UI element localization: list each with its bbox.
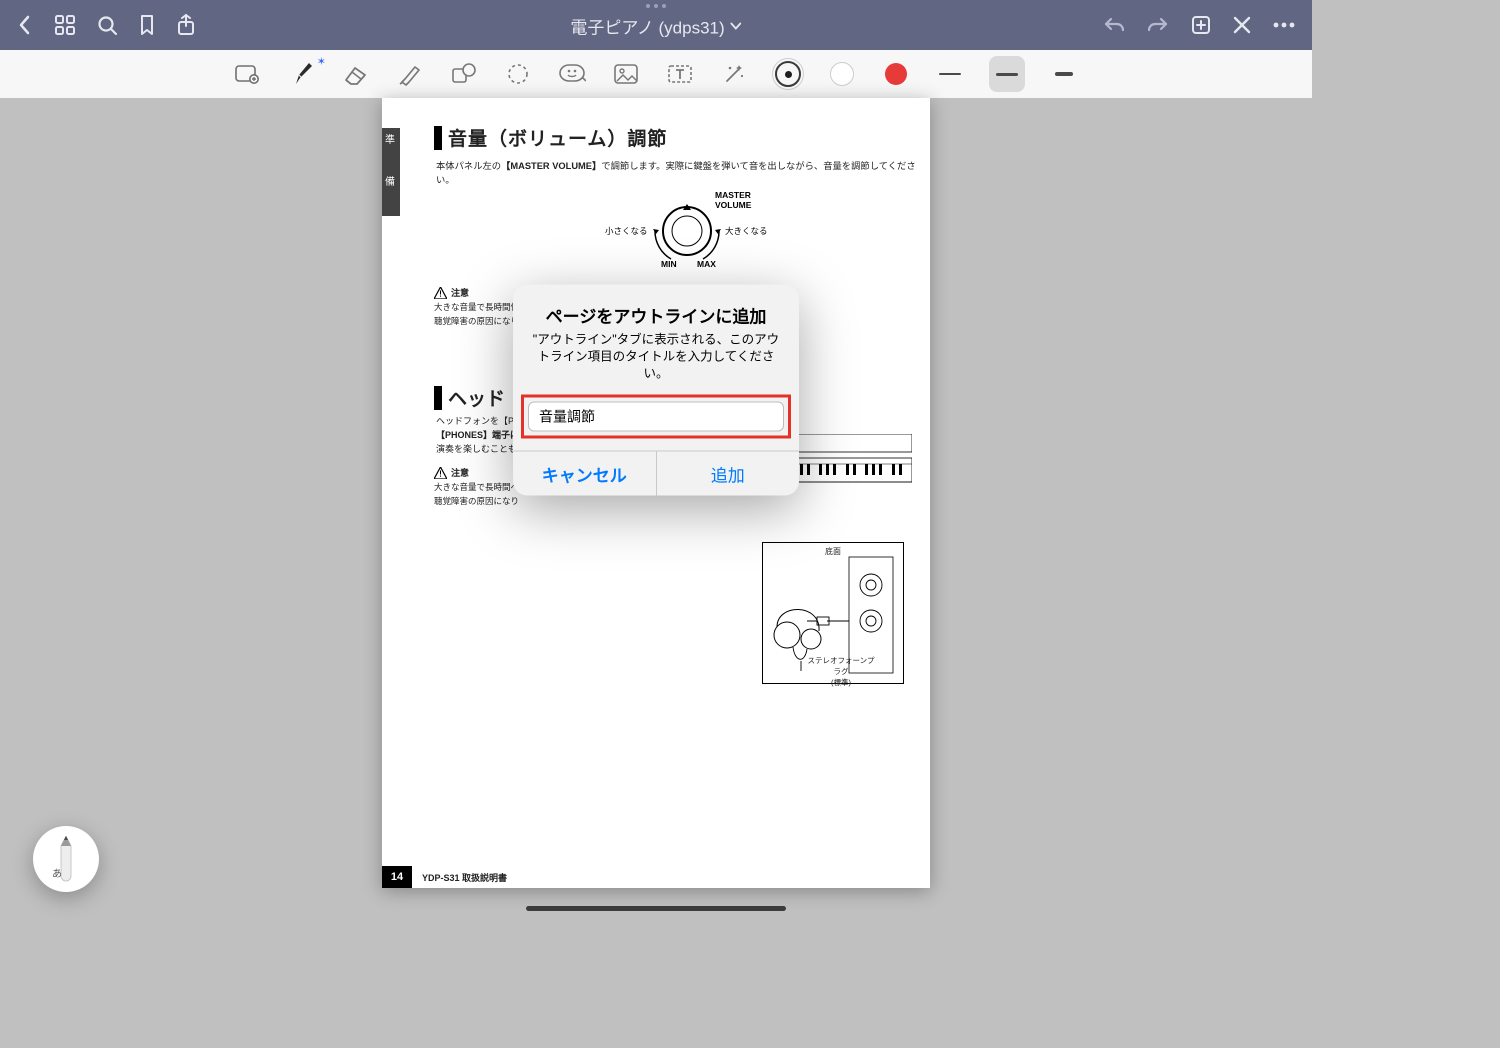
share-icon[interactable]	[176, 13, 196, 37]
page-model: YDP-S31 取扱説明書	[422, 871, 507, 884]
back-button[interactable]	[16, 13, 34, 37]
volume-knob-figure: MASTER VOLUME 小さくなる 大きくなる MIN MAX	[557, 193, 817, 273]
highlighter-tool[interactable]	[395, 59, 425, 89]
pen-tool[interactable]: ✶	[287, 59, 317, 89]
app-titlebar: 電子ピアノ (ydps31)	[0, 0, 1312, 50]
document-canvas[interactable]: 準 備 音量（ボリューム）調節 本体パネル左の【MASTER VOLUME】で調…	[0, 98, 1312, 916]
side-tab: 準 備	[382, 128, 400, 216]
redo-button[interactable]	[1146, 15, 1170, 35]
shapes-tool[interactable]	[449, 59, 479, 89]
current-color-swatch[interactable]	[773, 59, 803, 89]
document-title: 電子ピアノ (ydps31)	[570, 14, 724, 39]
grid-apps-icon[interactable]	[54, 14, 76, 36]
outline-title-input[interactable]	[528, 402, 784, 432]
cancel-button[interactable]: キャンセル	[513, 452, 657, 496]
page-number: 14	[382, 866, 412, 888]
chevron-down-icon	[731, 22, 742, 30]
search-icon[interactable]	[96, 14, 118, 36]
confirm-button[interactable]: 追加	[657, 452, 800, 496]
magic-tool[interactable]	[719, 59, 749, 89]
drawing-toolbar: ✶	[0, 50, 1312, 99]
page-footer: 14 YDP-S31 取扱説明書	[382, 866, 507, 888]
headphone-caption: ステレオフォーンプラグ (標準)	[804, 655, 878, 688]
image-tool[interactable]	[611, 59, 641, 89]
close-draw-button[interactable]	[1232, 15, 1252, 35]
home-indicator[interactable]	[526, 906, 786, 911]
zoom-box-tool[interactable]	[233, 59, 263, 89]
section-body-headphone: ヘッドフォンを【P 【PHONES】端子は 演奏を楽しむことも	[436, 414, 519, 456]
section-desc-volume: 本体パネル左の【MASTER VOLUME】で調節します。実際に鍵盤を弾いて音を…	[436, 158, 930, 186]
section-title-headphone: ヘッド	[434, 384, 505, 411]
caution-block-2: 注意 大きな音量で長時間ヘ 聴覚障害の原因になり	[434, 466, 519, 507]
more-button[interactable]	[1272, 22, 1296, 28]
section-title-volume: 音量（ボリューム）調節	[434, 124, 667, 151]
scribble-language-badge: あ	[52, 865, 62, 880]
dialog-body: "アウトライン"タブに表示される、このアウトライン項目のタイトルを入力してくださ…	[531, 332, 781, 383]
document-title-dropdown[interactable]: 電子ピアノ (ydps31)	[570, 14, 741, 39]
add-page-button[interactable]	[1190, 14, 1212, 36]
eraser-tool[interactable]	[341, 59, 371, 89]
lasso-tool[interactable]	[503, 59, 533, 89]
stroke-thick[interactable]	[1049, 59, 1079, 89]
bluetooth-icon: ✶	[317, 55, 326, 68]
undo-button[interactable]	[1102, 15, 1126, 35]
dialog-input-highlight	[521, 395, 791, 439]
scribble-fab[interactable]: あ	[33, 826, 99, 892]
text-tool[interactable]	[665, 59, 695, 89]
dialog-title: ページをアウトラインに追加	[529, 303, 783, 328]
add-outline-dialog: ページをアウトラインに追加 "アウトライン"タブに表示される、このアウトライン項…	[513, 285, 799, 496]
stroke-medium-selected[interactable]	[989, 56, 1025, 92]
stroke-thin[interactable]	[935, 59, 965, 89]
color-red-swatch[interactable]	[881, 59, 911, 89]
multitask-dots-icon[interactable]	[646, 4, 666, 8]
bookmark-icon[interactable]	[138, 14, 156, 36]
color-white-swatch[interactable]	[827, 59, 857, 89]
sticker-tool[interactable]	[557, 59, 587, 89]
